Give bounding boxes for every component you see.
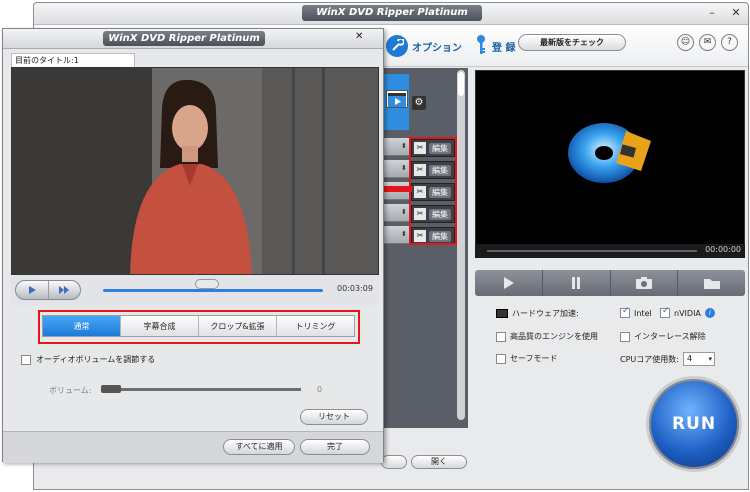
video-preview [11, 67, 379, 275]
deinterlace-label: インターレース解除 [634, 332, 706, 341]
folder-icon [703, 279, 720, 289]
edit-tabs: 通常 字幕合成 クロップ&拡張 トリミング [42, 315, 355, 337]
nvidia-label: nVIDIA [674, 308, 701, 318]
tab-trimming[interactable]: トリミング [277, 316, 354, 336]
snapshot-button[interactable] [611, 270, 679, 296]
main-window-title: WinX DVD Ripper Platinum [302, 5, 482, 21]
close-icon[interactable]: ✕ [728, 5, 744, 21]
fast-forward-button[interactable] [49, 281, 81, 299]
checkbox-icon [496, 353, 506, 364]
checkbox-icon [21, 354, 31, 365]
preview-controls [475, 270, 745, 296]
seek-thumb[interactable] [195, 279, 219, 289]
pause-icon [572, 277, 581, 289]
open-folder-button[interactable] [678, 270, 745, 296]
play-icon [28, 286, 36, 294]
preview-time: 00:00:00 [705, 245, 741, 254]
preview-timeline: 00:00:00 [475, 244, 745, 258]
wrench-icon [386, 35, 408, 57]
spinner-icon[interactable]: ⬍ [401, 208, 407, 216]
dialog-title: WinX DVD Ripper Platinum [103, 31, 265, 46]
cpu-core-select[interactable]: 4 ▾ [682, 352, 715, 366]
list-scrollbar[interactable] [457, 70, 465, 420]
checkbox-icon [620, 331, 630, 342]
tab-normal[interactable]: 通常 [43, 316, 121, 336]
settings-gear-icon[interactable]: ⚙ [412, 96, 426, 110]
register-button[interactable]: 登 録 [474, 34, 516, 59]
checkbox-icon [496, 331, 506, 342]
intel-checkbox[interactable]: Intel [620, 306, 652, 318]
video-scrub-bar: 00:03:09 [11, 275, 379, 305]
deinterlace-checkbox[interactable]: インターレース解除 [620, 331, 706, 342]
cpu-core-label: CPUコア使用数: [620, 354, 679, 364]
seek-slider[interactable] [103, 289, 323, 292]
check-update-button[interactable]: 最新版をチェック [518, 34, 626, 51]
volume-label: ボリューム: [49, 386, 92, 395]
spinner-icon[interactable]: ⬍ [401, 142, 407, 150]
main-hidden-button[interactable] [381, 455, 407, 469]
register-label: 登 録 [492, 42, 516, 54]
help-icon[interactable]: ? [721, 34, 738, 51]
cpu-core-value: 4 [686, 354, 693, 363]
apply-all-button[interactable]: すべてに適用 [223, 439, 295, 455]
fast-forward-icon [59, 286, 70, 294]
checkbox-checked-icon [620, 306, 630, 318]
dvd-disc-logo-icon [568, 123, 651, 183]
open-button[interactable]: 開く [411, 455, 467, 469]
user-icon[interactable]: ☺ [677, 34, 694, 51]
hw-accel-label: ハードウェア加速: [512, 309, 579, 318]
play-button[interactable] [16, 281, 49, 299]
adjust-volume-label: オーディオボリュームを調節する [36, 355, 156, 364]
option-label: オプション [412, 42, 462, 54]
preview-pause-button[interactable] [543, 270, 611, 296]
close-icon[interactable]: ✕ [355, 31, 363, 42]
hw-accel-row: ハードウェア加速: [496, 308, 579, 319]
chevron-down-icon: ▾ [708, 355, 712, 363]
scrollbar-thumb[interactable] [458, 72, 464, 96]
clapper-icon [386, 90, 408, 108]
adjust-volume-checkbox[interactable]: オーディオボリュームを調節する [21, 354, 155, 365]
dialog-titlebar: WinX DVD Ripper Platinum ✕ [3, 29, 383, 49]
volume-value: 0 [317, 385, 323, 394]
edit-buttons-highlight [409, 137, 457, 245]
video-frame-image [12, 68, 378, 274]
reset-button[interactable]: リセット [300, 409, 368, 425]
cpu-core-row: CPUコア使用数: 4 ▾ [620, 352, 715, 366]
volume-slider[interactable] [101, 388, 301, 391]
intel-label: Intel [634, 308, 652, 318]
playback-buttons [15, 280, 81, 300]
key-icon [474, 34, 488, 59]
play-icon [504, 277, 515, 289]
spinner-icon[interactable]: ⬍ [401, 164, 407, 172]
hq-engine-checkbox[interactable]: 高品質のエンジンを使用 [496, 331, 598, 342]
camera-icon [635, 277, 652, 289]
current-title-tab: 目前のタイトル:1 [11, 53, 135, 67]
preview-seek-slider[interactable] [487, 250, 697, 252]
preview-pane [475, 70, 745, 258]
done-button[interactable]: 完了 [300, 439, 370, 455]
minimize-icon[interactable]: – [704, 5, 720, 21]
dialog-footer: すべてに適用 完了 [3, 431, 383, 463]
hq-engine-label: 高品質のエンジンを使用 [510, 332, 598, 341]
mail-icon[interactable]: ✉ [699, 34, 716, 51]
nvidia-checkbox[interactable]: nVIDIA i [660, 306, 715, 318]
playback-time: 00:03:09 [337, 284, 373, 293]
run-button[interactable]: RUN [646, 376, 742, 472]
chip-icon [496, 309, 508, 318]
safe-mode-checkbox[interactable]: セーフモード [496, 353, 558, 364]
tab-subtitles[interactable]: 字幕合成 [121, 316, 199, 336]
main-titlebar: WinX DVD Ripper Platinum – ✕ [34, 3, 748, 25]
safe-mode-label: セーフモード [510, 354, 558, 363]
preview-play-button[interactable] [475, 270, 543, 296]
spinner-icon[interactable]: ⬍ [401, 230, 407, 238]
checkbox-checked-icon [660, 306, 670, 318]
info-icon[interactable]: i [704, 308, 715, 318]
option-button[interactable]: オプション [386, 35, 462, 57]
volume-slider-thumb[interactable] [101, 385, 121, 393]
edit-dialog: WinX DVD Ripper Platinum ✕ 目前のタイトル:1 00:… [2, 28, 384, 463]
tab-crop-expand[interactable]: クロップ&拡張 [199, 316, 277, 336]
